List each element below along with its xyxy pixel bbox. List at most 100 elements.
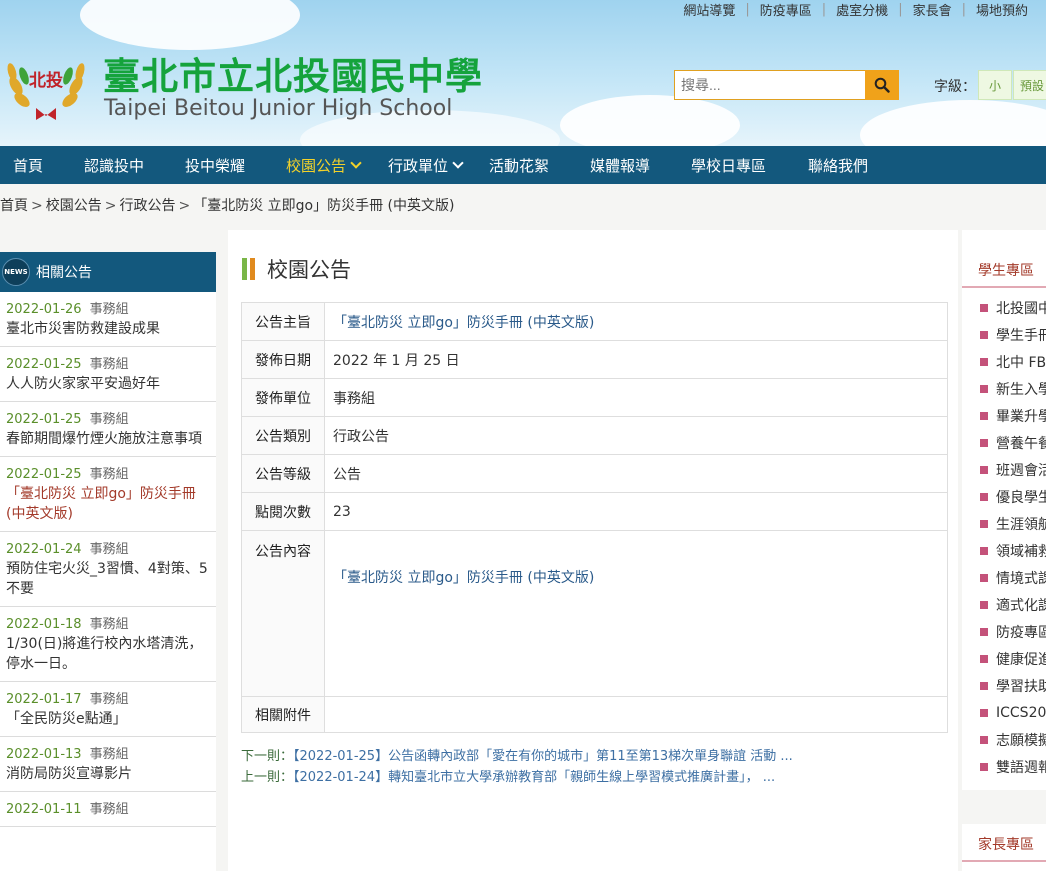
sidebar-link-label: 防疫專區: [996, 624, 1046, 641]
table-row: 公告等級 公告: [241, 454, 948, 493]
page-title-block: 校園公告: [242, 254, 351, 284]
school-name-en[interactable]: Taipei Beitou Junior High School: [104, 96, 452, 121]
list-item[interactable]: 2022-01-25 事務組 春節期間爆竹煙火施放注意事項: [0, 402, 216, 457]
top-link-epidemic[interactable]: 防疫專區: [750, 0, 822, 19]
sidebar-link[interactable]: 畢業升學: [980, 402, 1046, 429]
row-label: 公告等級: [241, 454, 325, 493]
nav-contact[interactable]: 聯絡我們: [795, 146, 868, 184]
list-item-title[interactable]: 「臺北防災 立即go」防災手冊(中英文版): [6, 484, 210, 524]
sidebar-link[interactable]: 適式化課: [980, 591, 1046, 618]
list-item-title[interactable]: 預防住宅火災_3習慣、4對策、5不要: [6, 559, 210, 599]
sidebar-link[interactable]: 北中 FB: [980, 348, 1046, 375]
announcement-table: 公告主旨 「臺北防災 立即go」防災手冊 (中英文版) 發佈日期 2022 年 1 月…: [241, 302, 948, 733]
square-bullet-icon: [980, 465, 988, 474]
page-title: 校園公告: [267, 258, 351, 282]
next-label: 下一則：: [241, 749, 294, 764]
list-item[interactable]: 2022-01-25 事務組 人人防火家家平安過好年: [0, 347, 216, 402]
sidebar-link[interactable]: 健康促進: [980, 645, 1046, 672]
list-item[interactable]: 2022-01-24 事務組 預防住宅火災_3習慣、4對策、5不要: [0, 532, 216, 607]
square-bullet-icon: [980, 411, 988, 420]
content-label: 公告內容: [241, 530, 325, 697]
school-emblem-icon[interactable]: 北投: [2, 46, 90, 126]
table-row: 發佈單位 事務組: [241, 378, 948, 417]
font-size-label: 字級：: [934, 79, 976, 95]
sidebar-link[interactable]: 班週會活: [980, 456, 1046, 483]
top-link-extensions[interactable]: 處室分機: [826, 0, 898, 19]
row-label: 公告主旨: [241, 302, 325, 341]
nav-honors[interactable]: 投中榮耀: [172, 146, 245, 184]
list-item-title[interactable]: 「全民防災e點通」: [6, 709, 210, 729]
search-input[interactable]: [674, 70, 866, 100]
row-label: 發佈日期: [241, 340, 325, 379]
breadcrumb-announcements[interactable]: 校園公告: [46, 198, 102, 214]
nav-media[interactable]: 媒體報導: [577, 146, 650, 184]
prev-announcement-link[interactable]: 【2022-01-24】轉知臺北市立大學承辦教育部「親師生線上學習模式推廣計畫」…: [293, 770, 775, 785]
nav-school-day[interactable]: 學校日專區: [678, 146, 766, 184]
sidebar-link-label: 雙語週報: [996, 759, 1046, 776]
nav-announcements[interactable]: 校園公告: [273, 146, 362, 184]
site-header: 網站導覽 | 防疫專區 | 處室分機 | 家長會 | 場地預約 北投 臺北市立北投國民中…: [0, 0, 1046, 146]
list-item[interactable]: 2022-01-26 事務組 臺北市災害防救建設成果: [0, 292, 216, 347]
attachments-label: 相關附件: [241, 696, 325, 733]
news-icon: NEWS: [2, 258, 30, 286]
nav-admin-units[interactable]: 行政單位: [375, 146, 464, 184]
nav-home[interactable]: 首頁: [0, 146, 43, 184]
list-item-title[interactable]: 人人防火家家平安過好年: [6, 374, 210, 394]
search-button[interactable]: [865, 70, 899, 100]
sidebar-link[interactable]: 領域補救: [980, 537, 1046, 564]
sidebar-link[interactable]: 營養午餐: [980, 429, 1046, 456]
sidebar-link-label: 學習扶助: [996, 678, 1046, 695]
row-value: 公告: [324, 454, 948, 493]
next-announcement-link[interactable]: 【2022-01-25】公告函轉內政部「愛在有你的城市」第11至第13梯次單身聯…: [293, 749, 793, 764]
row-value[interactable]: 「臺北防災 立即go」防災手冊 (中英文版): [324, 302, 948, 341]
list-item[interactable]: 2022-01-11 事務組: [0, 792, 216, 827]
sidebar-link-label: 情境式課: [996, 570, 1046, 587]
sidebar-link-label: 北中 FB: [996, 354, 1046, 371]
nav-about[interactable]: 認識投中: [71, 146, 144, 184]
sidebar-link-label: 畢業升學: [996, 408, 1046, 425]
sidebar-link[interactable]: 優良學生: [980, 483, 1046, 510]
student-zone-title: 學生專區: [962, 230, 1046, 288]
sidebar-link[interactable]: ICCS2022: [980, 699, 1046, 726]
list-item-unit: 事務組: [89, 692, 129, 707]
top-link-sitemap[interactable]: 網站導覽: [673, 0, 745, 19]
sidebar-link-label: 領域補救: [996, 543, 1046, 560]
font-size-small-button[interactable]: 小: [978, 70, 1012, 100]
list-item-date: 2022-01-18: [6, 617, 82, 632]
list-item[interactable]: 2022-01-18 事務組 1/30(日)將進行校內水塔清洗，停水一日。: [0, 607, 216, 682]
list-item-date: 2022-01-13: [6, 747, 82, 762]
list-item[interactable]: 2022-01-25 事務組 「臺北防災 立即go」防災手冊(中英文版): [0, 457, 216, 532]
sidebar-link[interactable]: 志願模擬: [980, 726, 1046, 753]
list-item-title[interactable]: 消防局防災宣導影片: [6, 764, 210, 784]
related-announcements-header: NEWS 相關公告: [0, 252, 216, 292]
svg-text:北投: 北投: [29, 70, 63, 91]
title-bar-icon: [242, 258, 255, 280]
sidebar-link[interactable]: 新生入學: [980, 375, 1046, 402]
sidebar-link[interactable]: 北投國中: [980, 294, 1046, 321]
sidebar-link[interactable]: 情境式課: [980, 564, 1046, 591]
breadcrumb-home[interactable]: 首頁: [0, 198, 28, 214]
sidebar-link[interactable]: 學生手冊: [980, 321, 1046, 348]
parent-zone-title: 家長專區: [962, 824, 1046, 862]
breadcrumb-admin-announcements[interactable]: 行政公告: [119, 198, 175, 214]
list-item-unit: 事務組: [89, 542, 129, 557]
list-item-title[interactable]: 春節期間爆竹煙火施放注意事項: [6, 429, 210, 449]
row-label: 點閱次數: [241, 492, 325, 531]
sidebar-link[interactable]: 生涯領航: [980, 510, 1046, 537]
nav-activities[interactable]: 活動花絮: [476, 146, 549, 184]
sidebar-link[interactable]: 學習扶助: [980, 672, 1046, 699]
list-item[interactable]: 2022-01-13 事務組 消防局防災宣導影片: [0, 737, 216, 792]
list-item-title[interactable]: 1/30(日)將進行校內水塔清洗，停水一日。: [6, 634, 210, 674]
list-item-title[interactable]: 臺北市災害防救建設成果: [6, 319, 210, 339]
school-name-cn[interactable]: 臺北市立北投國民中學: [103, 46, 483, 100]
row-label: 公告類別: [241, 416, 325, 455]
content-text[interactable]: 「臺北防災 立即go」防災手冊 (中英文版): [324, 530, 948, 697]
top-link-venue[interactable]: 場地預約: [966, 0, 1038, 19]
top-link-pta[interactable]: 家長會: [903, 0, 962, 19]
sidebar-link[interactable]: 雙語週報: [980, 753, 1046, 780]
list-item[interactable]: 2022-01-17 事務組 「全民防災e點通」: [0, 682, 216, 737]
sidebar-link[interactable]: 防疫專區: [980, 618, 1046, 645]
font-size-default-button[interactable]: 預設: [1013, 70, 1046, 100]
top-links: 網站導覽 | 防疫專區 | 處室分機 | 家長會 | 場地預約: [673, 0, 1038, 19]
attachments-value: [324, 696, 948, 733]
